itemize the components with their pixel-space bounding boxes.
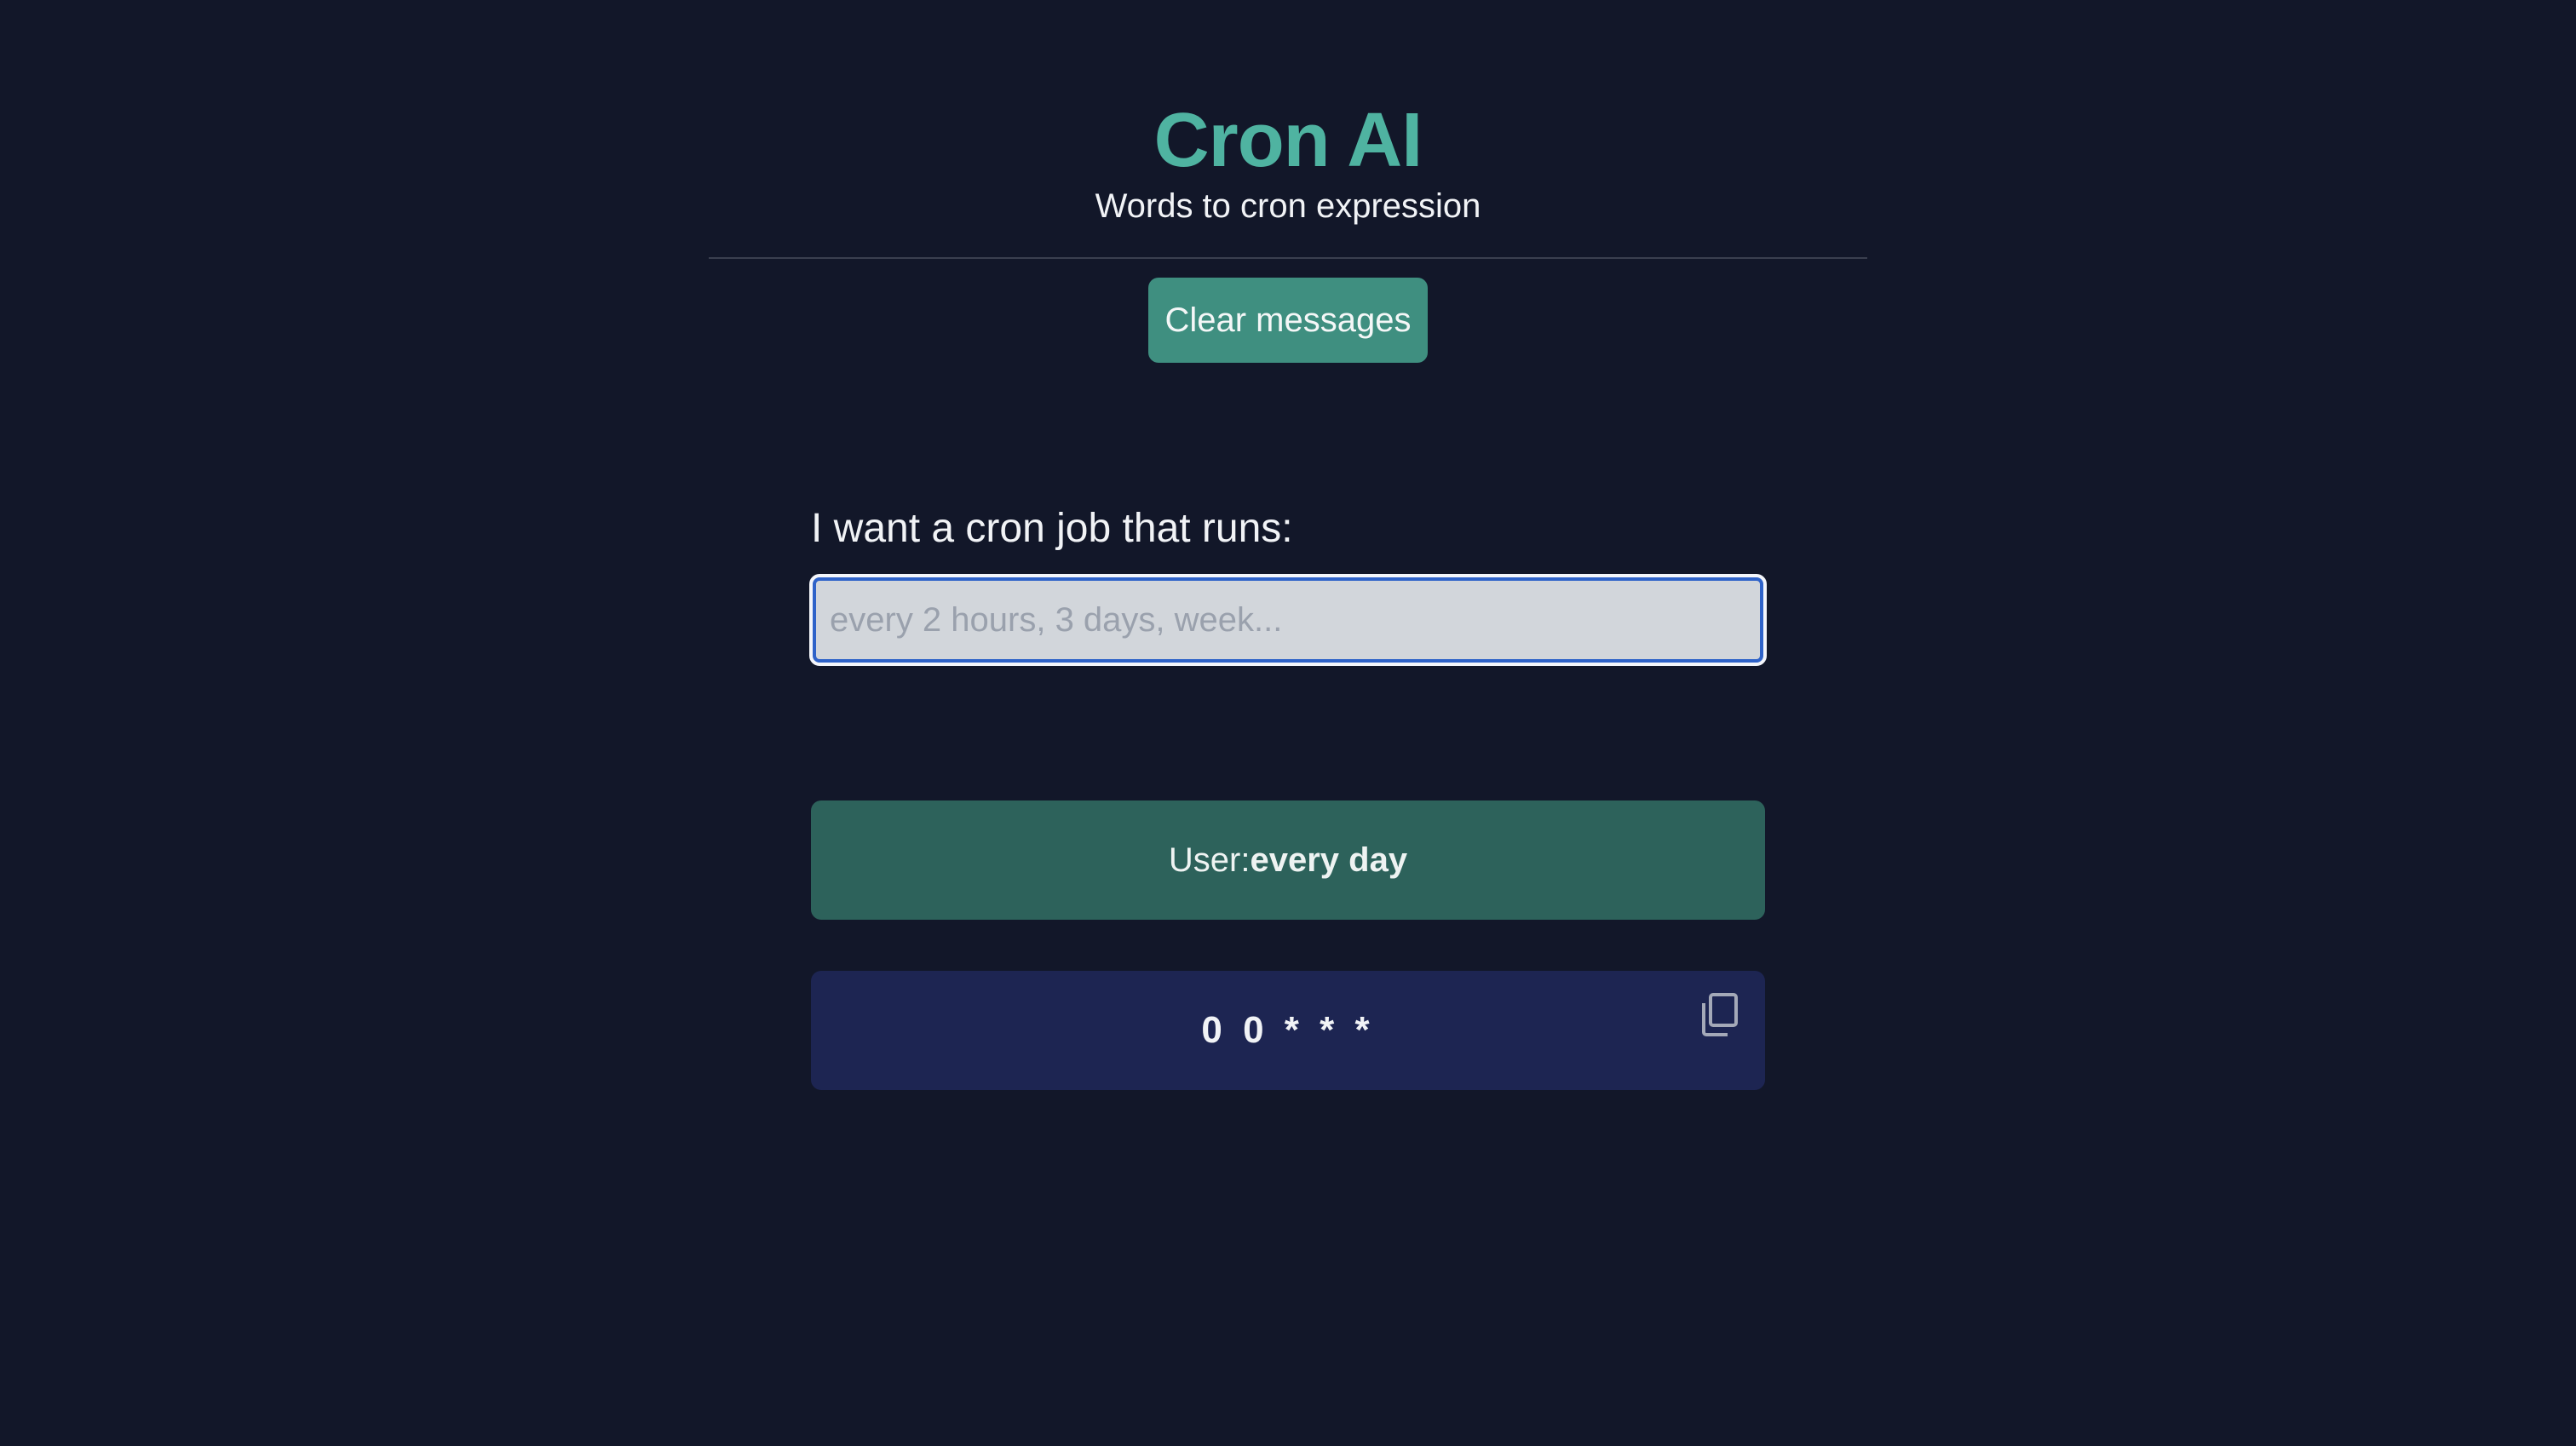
user-message-text: every day [1250, 841, 1408, 879]
clear-messages-button[interactable]: Clear messages [1148, 278, 1428, 363]
user-message-prefix: User: [1168, 841, 1251, 879]
app-title: Cron AI [1153, 98, 1423, 183]
cron-description-input[interactable] [809, 574, 1767, 666]
copy-button[interactable] [1697, 990, 1745, 1041]
user-message: User: every day [811, 800, 1765, 920]
prompt-label: I want a cron job that runs: [811, 506, 1293, 551]
app-subtitle: Words to cron expression [1095, 187, 1481, 225]
copy-icon [1697, 991, 1745, 1039]
cron-expression: 0 0 * * * [1201, 1009, 1375, 1051]
cron-result: 0 0 * * * [811, 971, 1765, 1090]
app-header: Cron AI Words to cron expression [709, 85, 1867, 232]
header-divider [709, 257, 1867, 259]
app-page: Cron AI Words to cron expression Clear m… [0, 0, 2576, 1446]
